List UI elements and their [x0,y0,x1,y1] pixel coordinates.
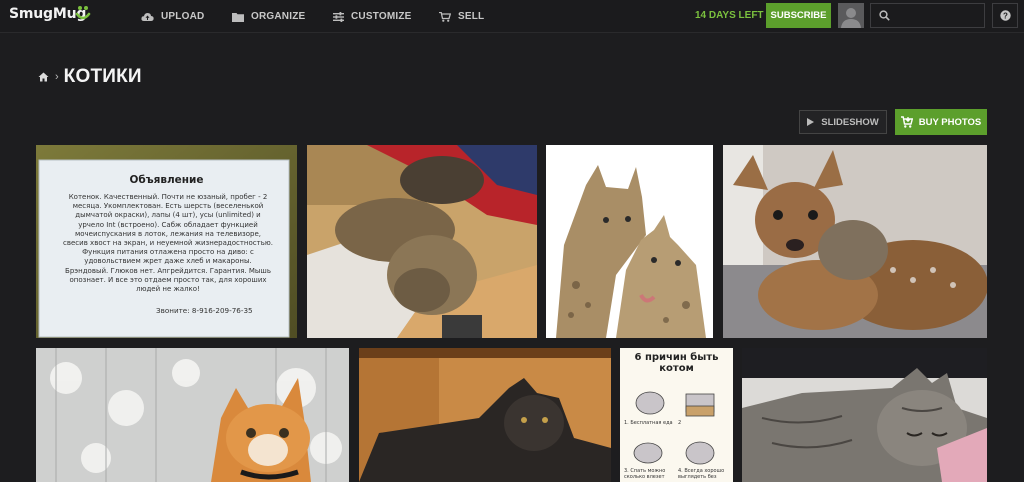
comic-title: 6 причин быть котом [634,352,719,374]
comic-caption-1: 1. Бесплатная еда [624,420,673,426]
page-title: КОТИКИ [63,66,142,87]
comic-caption-4: 4. Всегда хорошо выглядеть без [678,468,725,480]
photo-lynx-image [546,145,713,338]
breadcrumb: › КОТИКИ [38,66,142,88]
photo-comic[interactable]: 6 причин быть котом 1. Бесплатная еда 2 … [620,348,733,482]
photo-black-cat[interactable] [359,348,611,482]
photo-tabby-cat[interactable] [742,348,987,482]
search-icon [879,10,890,21]
breadcrumb-chevron-icon: › [55,71,59,83]
user-silhouette-icon [841,8,861,28]
play-icon [807,118,815,126]
nav-organize[interactable]: ORGANIZE [232,0,305,33]
avatar[interactable] [838,3,864,28]
search-input[interactable] [895,7,980,24]
help-glyph: ? [1003,11,1008,20]
sliders-icon [333,11,344,22]
help-icon: ? [999,10,1011,21]
comic-caption-3: 3. Спать можно сколько влезет [624,468,666,480]
trial-days-left: 14 DAYS LEFT [695,10,764,21]
photo-lynx[interactable] [546,145,713,338]
top-bar: SmugMug UPLOAD ORGANIZE CUSTOMIZE SELL 1… [0,0,1024,33]
photo-ginger-kitten[interactable] [36,348,349,482]
slideshow-button[interactable]: SLIDESHOW [799,110,887,134]
subscribe-button[interactable]: SUBSCRIBE [766,3,831,28]
photo-black-cat-image [359,348,611,482]
search-box[interactable] [870,3,985,28]
nav-upload[interactable]: UPLOAD [141,0,204,33]
photo-deer-and-kitten-image [723,145,987,338]
notice-body: Котенок. Качественный. Почти не юзаный, … [63,193,273,294]
photo-deer-and-kitten[interactable] [723,145,987,338]
comic-caption-2: 2 [678,420,682,426]
cart-icon [900,116,913,128]
notice-heading: Объявление [129,174,204,186]
smugmug-smile-icon [75,6,91,20]
buy-photos-button[interactable]: BUY PHOTOS [895,109,987,135]
photo-cats-on-bed-image [307,145,537,338]
photo-ginger-kitten-image [36,348,349,482]
notice-phone: Звоните: 8-916-209-76-35 [156,306,253,315]
photo-notice[interactable]: Объявление Котенок. Качественный. Почти … [36,145,297,338]
nav-sell[interactable]: SELL [439,0,484,33]
nav-customize[interactable]: CUSTOMIZE [333,0,412,33]
home-icon[interactable] [38,72,49,82]
cart-icon [439,11,451,22]
photo-tabby-cat-image [742,348,987,482]
help-button[interactable]: ? [992,3,1018,28]
cloud-upload-icon [141,12,154,21]
photo-cats-on-bed[interactable] [307,145,537,338]
folder-icon [232,12,244,22]
